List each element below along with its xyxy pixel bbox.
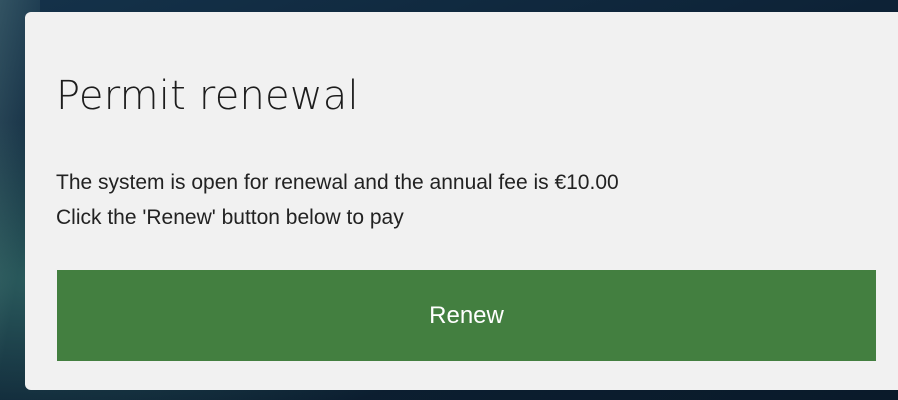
renewal-message: The system is open for renewal and the a…	[56, 165, 619, 235]
permit-renewal-card: Permit renewal The system is open for re…	[25, 12, 898, 390]
renew-button[interactable]: Renew	[57, 270, 876, 361]
renewal-message-line-1: The system is open for renewal and the a…	[56, 171, 619, 194]
renewal-message-line-2: Click the 'Renew' button below to pay	[56, 206, 404, 229]
card-title: Permit renewal	[56, 73, 359, 119]
